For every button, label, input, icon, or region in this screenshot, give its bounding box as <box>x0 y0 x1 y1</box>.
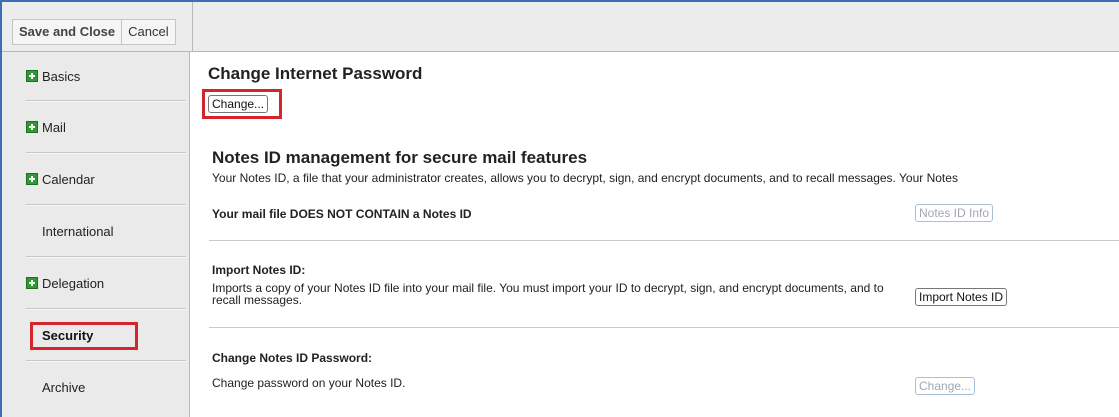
sidebar-separator <box>26 256 186 258</box>
security-highlight-box <box>30 322 138 350</box>
sidebar-item-label: Mail <box>42 119 66 135</box>
sidebar-item-mail[interactable]: Mail <box>26 103 186 151</box>
change-notes-id-password-title: Change Notes ID Password: <box>212 351 373 365</box>
sidebar: Basics Mail Calendar International Deleg… <box>2 52 190 417</box>
sidebar-item-label: International <box>42 223 114 239</box>
sidebar-item-label: Archive <box>42 379 86 395</box>
expand-icon[interactable] <box>26 277 38 289</box>
change-notes-id-password-description: Change password on your Notes ID. <box>212 376 406 390</box>
sidebar-item-basics[interactable]: Basics <box>26 52 186 100</box>
change-button-highlight-box <box>202 89 282 119</box>
sidebar-item-label: Delegation <box>42 275 105 291</box>
toolbar-button-group: Save and Close Cancel <box>12 19 176 45</box>
sidebar-item-archive[interactable]: Archive <box>26 363 186 411</box>
import-notes-id-button[interactable]: Import Notes ID <box>915 288 1008 306</box>
notes-id-description: Your Notes ID, a file that your administ… <box>212 171 958 185</box>
internet-password-title: Change Internet Password <box>208 64 423 83</box>
sidebar-separator <box>26 152 186 154</box>
toolbar-divider <box>192 2 193 52</box>
sidebar-separator <box>26 308 186 310</box>
toolbar: Save and Close Cancel <box>2 2 1119 52</box>
sidebar-item-calendar[interactable]: Calendar <box>26 155 186 203</box>
sidebar-separator <box>26 360 186 362</box>
sidebar-separator <box>26 100 186 102</box>
import-notes-id-title: Import Notes ID: <box>212 263 306 277</box>
notes-id-status: Your mail file DOES NOT CONTAIN a Notes … <box>212 207 472 221</box>
sidebar-separator <box>26 204 186 206</box>
import-notes-id-description: Imports a copy of your Notes ID file int… <box>212 281 884 307</box>
section-divider <box>209 240 1119 241</box>
expand-icon[interactable] <box>26 70 38 82</box>
notes-id-title: Notes ID management for secure mail feat… <box>212 148 588 167</box>
save-and-close-button[interactable]: Save and Close <box>13 20 123 44</box>
notes-id-info-button[interactable]: Notes ID Info <box>915 204 994 222</box>
main-content: Change Internet Password Change... Notes… <box>191 52 1119 417</box>
sidebar-item-label: Basics <box>42 68 81 84</box>
sidebar-item-international[interactable]: International <box>26 207 186 255</box>
expand-icon[interactable] <box>26 173 38 185</box>
cancel-button[interactable]: Cancel <box>122 20 174 44</box>
sidebar-item-label: Calendar <box>42 171 95 187</box>
expand-icon[interactable] <box>26 121 38 133</box>
section-divider <box>209 327 1119 328</box>
change-notes-id-password-button[interactable]: Change... <box>915 377 976 395</box>
sidebar-item-delegation[interactable]: Delegation <box>26 259 186 307</box>
